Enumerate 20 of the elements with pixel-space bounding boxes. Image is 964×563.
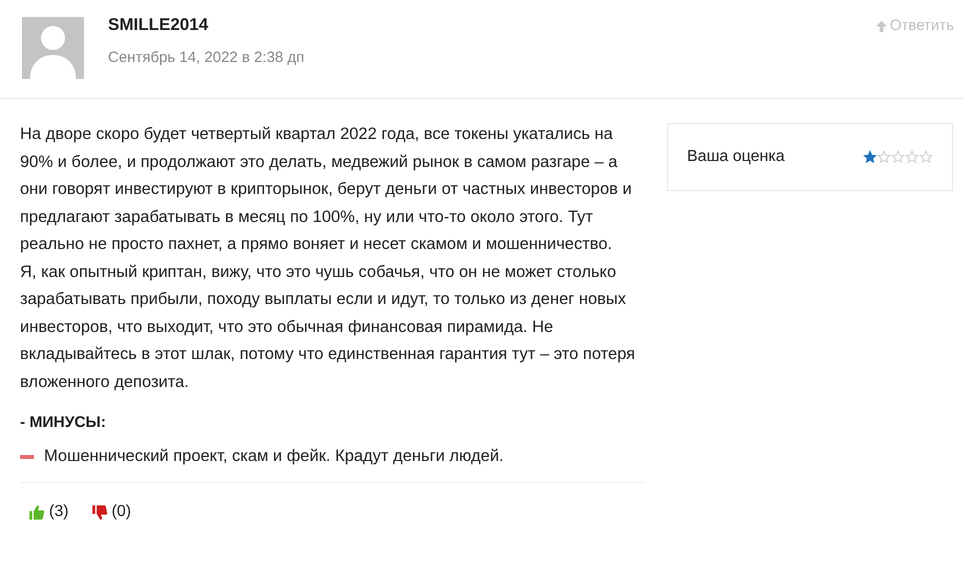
star-icon[interactable] (877, 150, 891, 164)
reply-link[interactable]: Ответить (874, 15, 954, 38)
vote-count: (3) (49, 502, 69, 522)
vote-count: (0) (112, 502, 132, 522)
thumbs-down-icon[interactable] (90, 504, 108, 520)
minus-icon (20, 454, 34, 459)
star-icon[interactable] (919, 150, 933, 164)
comment-date: Сентябрь 14, 2022 в 2:38 дп (108, 48, 304, 68)
star-icon[interactable] (891, 150, 905, 164)
comment-paragraph: На дворе скоро будет четвертый квартал 2022 года, все токены укатались на 90% и более, и продолжают это делать, медвежий рынок в самом разгаре – а они говорят инвестируют в крипторынок, берут деньги от частных инвесторов и предлагают зарабатывать в месяц по 100%, ну или что-то около этого. Тут реально не просто пахнет, а прямо воняет и несет скамом и мошенничество. (20, 124, 633, 255)
comment-paragraph: Я, как опытный криптан, вижу, что это чушь собачья, что он не может столько зарабатывать прибыли, походу выплаты если и идут, то только из денег новых инвесторов, что выходит, что это обычная финансовая пирамида. Не вкладывайтесь в этот шлак, потому что единственная гарантия тут – это потеря вложенного депозита. (20, 262, 636, 392)
arrow-up-icon (874, 20, 888, 33)
avatar-placeholder-icon (22, 17, 84, 79)
author-name: SMILLE2014 (108, 15, 210, 35)
star-icon[interactable] (863, 150, 877, 164)
star-icon[interactable] (905, 150, 919, 164)
cons-item: Мошеннический проект, скам и фейк. Крадут деньги людей. (44, 446, 504, 468)
cons-heading: - МИНУСЫ: (20, 413, 107, 433)
rating-label: Ваша оценка (687, 147, 785, 167)
thumbs-up-icon[interactable] (28, 504, 45, 520)
